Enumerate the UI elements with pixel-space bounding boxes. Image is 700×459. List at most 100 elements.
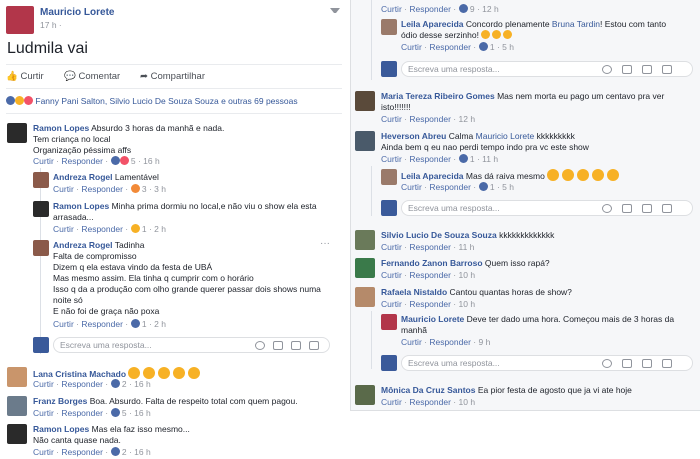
reply-link[interactable]: Responder — [61, 447, 103, 457]
reply-link[interactable]: Responder — [409, 397, 451, 407]
mention-link[interactable]: Bruna Tardin — [552, 19, 600, 29]
emoji-icon[interactable] — [602, 65, 612, 74]
reply-input[interactable] — [60, 340, 240, 350]
like-link[interactable]: Curtir — [53, 184, 74, 194]
like-link[interactable]: Curtir — [381, 154, 402, 164]
avatar[interactable] — [7, 424, 27, 444]
post-time[interactable]: 17 h · — [40, 20, 62, 31]
avatar[interactable] — [33, 172, 49, 188]
share-button[interactable]: ➦ Compartilhar — [140, 71, 205, 82]
like-link[interactable]: Curtir — [381, 270, 402, 280]
like-link[interactable]: Curtir — [401, 42, 422, 52]
comment-author[interactable]: Fernando Zanon Barroso — [381, 258, 483, 268]
reply-link[interactable]: Responder — [409, 114, 451, 124]
avatar[interactable] — [7, 367, 27, 387]
reactions-summary[interactable]: Fanny Pani Salton, Silvio Lucio De Souza… — [6, 96, 298, 107]
reply-link[interactable]: Responder — [409, 4, 451, 14]
gif-icon[interactable] — [291, 341, 301, 350]
comment-author[interactable]: Ramon Lopes — [33, 424, 89, 434]
comment-author[interactable]: Lana Cristina Machado — [33, 369, 126, 379]
comment-author[interactable]: Leila Aparecida — [401, 19, 464, 29]
reply-link[interactable]: Responder — [409, 154, 451, 164]
gif-icon[interactable] — [642, 204, 652, 213]
reply-link[interactable]: Responder — [429, 42, 471, 52]
author-avatar[interactable] — [6, 6, 34, 34]
avatar[interactable] — [33, 240, 49, 256]
comment-button[interactable]: 💬 Comentar — [64, 71, 120, 82]
gif-icon[interactable] — [642, 65, 652, 74]
gif-icon[interactable] — [642, 359, 652, 368]
reply-link[interactable]: Responder — [429, 182, 471, 192]
comment-author[interactable]: Andreza Rogel — [53, 172, 113, 182]
comment-author[interactable]: Silvio Lucio De Souza Souza — [381, 230, 497, 240]
reply-link[interactable]: Responder — [409, 270, 451, 280]
like-link[interactable]: Curtir — [381, 4, 402, 14]
camera-icon[interactable] — [273, 341, 283, 350]
comment-author[interactable]: Mônica Da Cruz Santos — [381, 385, 475, 395]
camera-icon[interactable] — [622, 204, 632, 213]
avatar[interactable] — [33, 201, 49, 217]
like-link[interactable]: Curtir — [33, 379, 54, 389]
reply-link[interactable]: Responder — [429, 337, 471, 347]
more-options-icon[interactable]: ··· — [320, 238, 330, 249]
post-author[interactable]: Mauricio Lorete — [40, 7, 114, 18]
emoji-icon[interactable] — [602, 359, 612, 368]
like-link[interactable]: Curtir — [33, 447, 54, 457]
reply-box[interactable] — [401, 61, 693, 77]
like-link[interactable]: Curtir — [53, 319, 74, 329]
comment-author[interactable]: Rafaela Nistaldo — [381, 287, 447, 297]
sticker-icon[interactable] — [662, 65, 672, 74]
avatar[interactable] — [355, 91, 375, 111]
reply-input[interactable] — [408, 64, 588, 74]
like-link[interactable]: Curtir — [381, 397, 402, 407]
emoji-icon[interactable] — [602, 204, 612, 213]
comment-author[interactable]: Mauricio Lorete — [401, 314, 464, 324]
reply-box[interactable] — [401, 355, 693, 371]
like-link[interactable]: Curtir — [381, 242, 402, 252]
chevron-down-icon[interactable] — [330, 8, 340, 14]
avatar[interactable] — [355, 385, 375, 405]
sticker-icon[interactable] — [662, 204, 672, 213]
reply-link[interactable]: Responder — [81, 184, 123, 194]
camera-icon[interactable] — [622, 65, 632, 74]
reply-link[interactable]: Responder — [409, 242, 451, 252]
comment-author[interactable]: Leila Aparecida — [401, 171, 464, 181]
avatar[interactable] — [381, 314, 397, 330]
sticker-icon[interactable] — [309, 341, 319, 350]
avatar[interactable] — [7, 396, 27, 416]
comment-author[interactable]: Franz Borges — [33, 396, 87, 406]
avatar[interactable] — [355, 230, 375, 250]
reply-link[interactable]: Responder — [61, 408, 103, 418]
like-button[interactable]: 👍 Curtir — [6, 71, 44, 82]
comment-author[interactable]: Maria Tereza Ribeiro Gomes — [381, 91, 495, 101]
avatar[interactable] — [355, 258, 375, 278]
like-link[interactable]: Curtir — [33, 156, 54, 166]
like-link[interactable]: Curtir — [53, 224, 74, 234]
reply-link[interactable]: Responder — [409, 299, 451, 309]
avatar[interactable] — [381, 19, 397, 35]
avatar[interactable] — [355, 287, 375, 307]
comment-author[interactable]: Ramon Lopes — [33, 123, 89, 133]
reply-box[interactable] — [401, 200, 693, 216]
comment-author[interactable]: Andreza Rogel — [53, 240, 113, 250]
comment-author[interactable]: Ramon Lopes — [53, 201, 109, 211]
camera-icon[interactable] — [622, 359, 632, 368]
like-link[interactable]: Curtir — [381, 114, 402, 124]
emoji-icon[interactable] — [255, 341, 265, 350]
reply-link[interactable]: Responder — [81, 319, 123, 329]
reply-link[interactable]: Responder — [81, 224, 123, 234]
like-link[interactable]: Curtir — [401, 337, 422, 347]
reply-link[interactable]: Responder — [61, 379, 103, 389]
like-link[interactable]: Curtir — [381, 299, 402, 309]
avatar[interactable] — [381, 169, 397, 185]
sticker-icon[interactable] — [662, 359, 672, 368]
avatar[interactable] — [355, 131, 375, 151]
reply-link[interactable]: Responder — [61, 156, 103, 166]
avatar[interactable] — [7, 123, 27, 143]
comment-author[interactable]: Heverson Abreu — [381, 131, 446, 141]
mention-link[interactable]: Mauricio Lorete — [476, 131, 535, 141]
reply-box[interactable] — [53, 337, 330, 353]
reply-input[interactable] — [408, 358, 588, 368]
reply-input[interactable] — [408, 203, 588, 213]
like-link[interactable]: Curtir — [401, 182, 422, 192]
